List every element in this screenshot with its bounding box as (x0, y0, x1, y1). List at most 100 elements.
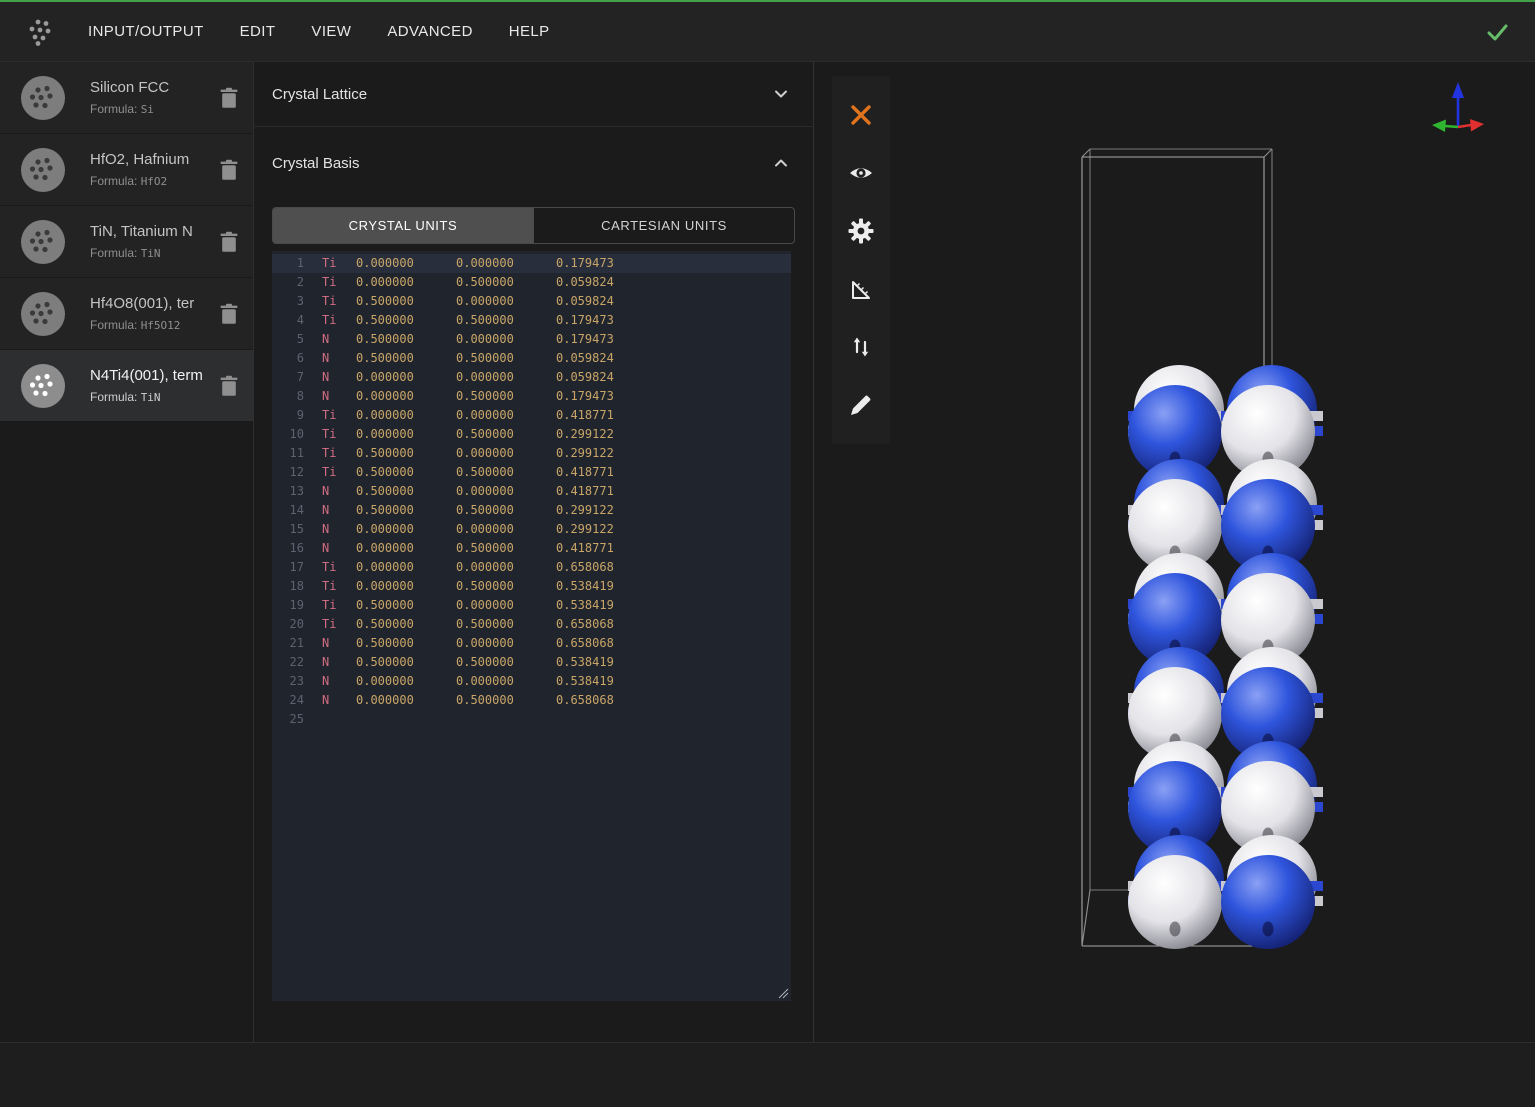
coord-z: 0.299122 (556, 425, 656, 444)
basis-row-13[interactable]: 13N0.5000000.0000000.418771 (272, 482, 791, 501)
menu-bar: INPUT/OUTPUT EDIT VIEW ADVANCED HELP (88, 23, 550, 40)
element-symbol: Ti (322, 406, 356, 425)
visibility-eye-icon[interactable] (848, 160, 874, 186)
chevron-down-icon[interactable] (773, 86, 789, 102)
coord-x: 0.500000 (356, 634, 456, 653)
basis-row-9[interactable]: 9Ti0.0000000.0000000.418771 (272, 406, 791, 425)
element-symbol: N (322, 482, 356, 501)
chevron-up-icon[interactable] (773, 155, 789, 171)
line-number: 17 (278, 558, 304, 577)
basis-row-15[interactable]: 15N0.0000000.0000000.299122 (272, 520, 791, 539)
basis-row-14[interactable]: 14N0.5000000.5000000.299122 (272, 501, 791, 520)
crystal-basis-section-header[interactable]: Crystal Basis (254, 127, 813, 199)
material-formula: Formula: TiN (90, 390, 219, 404)
basis-row-11[interactable]: 11Ti0.5000000.0000000.299122 (272, 444, 791, 463)
element-symbol: Ti (322, 311, 356, 330)
menu-advanced[interactable]: ADVANCED (387, 23, 472, 40)
material-info: N4Ti4(001), term Formula: TiN (90, 367, 219, 404)
basis-row-24[interactable]: 24N0.0000000.5000000.658068 (272, 691, 791, 710)
coord-y: 0.500000 (456, 653, 556, 672)
basis-row-23[interactable]: 23N0.0000000.0000000.538419 (272, 672, 791, 691)
app-logo-icon[interactable] (24, 15, 58, 49)
coord-x: 0.000000 (356, 539, 456, 558)
settings-gear-icon[interactable] (848, 218, 874, 244)
delete-material-icon[interactable] (219, 375, 239, 397)
basis-row-1[interactable]: 1Ti0.0000000.0000000.179473 (272, 254, 791, 273)
material-title: HfO2, Hafnium (90, 151, 212, 168)
coord-y: 0.500000 (456, 425, 556, 444)
menu-view[interactable]: VIEW (311, 23, 351, 40)
line-number: 6 (278, 349, 304, 368)
menu-help[interactable]: HELP (509, 23, 550, 40)
coord-x: 0.000000 (356, 672, 456, 691)
coord-x: 0.000000 (356, 254, 456, 273)
crystal-lattice-section-header[interactable]: Crystal Lattice (254, 62, 813, 127)
element-symbol: Ti (322, 273, 356, 292)
basis-row-17[interactable]: 17Ti0.0000000.0000000.658068 (272, 558, 791, 577)
material-info: Silicon FCC Formula: Si (90, 79, 219, 116)
coord-y: 0.500000 (456, 311, 556, 330)
resize-handle[interactable] (778, 988, 789, 999)
delete-material-icon[interactable] (219, 303, 239, 325)
coord-y: 0.000000 (456, 520, 556, 539)
menu-edit[interactable]: EDIT (240, 23, 276, 40)
basis-row-empty[interactable]: 25 (272, 710, 791, 729)
basis-row-2[interactable]: 2Ti0.0000000.5000000.059824 (272, 273, 791, 292)
sidebar-item-material-4[interactable]: N4Ti4(001), term Formula: TiN (0, 350, 253, 422)
swap-axes-icon[interactable] (848, 334, 874, 360)
menu-input-output[interactable]: INPUT/OUTPUT (88, 23, 204, 40)
crystal-structure-render[interactable] (814, 62, 1535, 1042)
delete-material-icon[interactable] (219, 87, 239, 109)
delete-material-icon[interactable] (219, 159, 239, 181)
coord-x: 0.500000 (356, 596, 456, 615)
viewer-toolbar (832, 76, 890, 444)
material-formula: Formula: Hf5O12 (90, 318, 219, 332)
basis-row-10[interactable]: 10Ti0.0000000.5000000.299122 (272, 425, 791, 444)
measure-set-square-icon[interactable] (848, 276, 874, 302)
material-formula: Formula: HfO2 (90, 174, 219, 188)
tab-cartesian-units[interactable]: CARTESIAN UNITS (533, 208, 794, 243)
coord-z: 0.059824 (556, 368, 656, 387)
edit-pencil-icon[interactable] (848, 392, 874, 418)
coord-y: 0.500000 (456, 691, 556, 710)
coord-y: 0.000000 (456, 634, 556, 653)
material-info: TiN, Titanium N Formula: TiN (90, 223, 219, 260)
coord-y: 0.500000 (456, 501, 556, 520)
element-symbol: Ti (322, 558, 356, 577)
sidebar-item-material-1[interactable]: HfO2, Hafnium Formula: HfO2 (0, 134, 253, 206)
close-icon[interactable] (848, 102, 874, 128)
tab-crystal-units[interactable]: CRYSTAL UNITS (273, 208, 533, 243)
coord-x: 0.500000 (356, 330, 456, 349)
crystal-basis-title: Crystal Basis (272, 155, 360, 172)
coord-z: 0.538419 (556, 577, 656, 596)
sidebar-item-material-0[interactable]: Silicon FCC Formula: Si (0, 62, 253, 134)
material-info: Hf4O8(001), ter Formula: Hf5O12 (90, 295, 219, 332)
coord-z: 0.179473 (556, 387, 656, 406)
coord-y: 0.500000 (456, 539, 556, 558)
basis-row-12[interactable]: 12Ti0.5000000.5000000.418771 (272, 463, 791, 482)
basis-row-16[interactable]: 16N0.0000000.5000000.418771 (272, 539, 791, 558)
basis-row-20[interactable]: 20Ti0.5000000.5000000.658068 (272, 615, 791, 634)
element-symbol: Ti (322, 596, 356, 615)
basis-row-22[interactable]: 22N0.5000000.5000000.538419 (272, 653, 791, 672)
basis-row-4[interactable]: 4Ti0.5000000.5000000.179473 (272, 311, 791, 330)
delete-material-icon[interactable] (219, 231, 239, 253)
structure-viewer[interactable] (814, 62, 1535, 1042)
line-number: 23 (278, 672, 304, 691)
coord-z: 0.538419 (556, 653, 656, 672)
basis-row-5[interactable]: 5N0.5000000.0000000.179473 (272, 330, 791, 349)
sidebar-item-material-3[interactable]: Hf4O8(001), ter Formula: Hf5O12 (0, 278, 253, 350)
line-number: 5 (278, 330, 304, 349)
basis-row-3[interactable]: 3Ti0.5000000.0000000.059824 (272, 292, 791, 311)
coord-x: 0.000000 (356, 368, 456, 387)
basis-row-6[interactable]: 6N0.5000000.5000000.059824 (272, 349, 791, 368)
crystal-basis-editor[interactable]: 1Ti0.0000000.0000000.1794732Ti0.0000000.… (272, 251, 791, 1001)
coord-z: 0.538419 (556, 596, 656, 615)
coord-x: 0.000000 (356, 273, 456, 292)
basis-row-19[interactable]: 19Ti0.5000000.0000000.538419 (272, 596, 791, 615)
basis-row-18[interactable]: 18Ti0.0000000.5000000.538419 (272, 577, 791, 596)
basis-row-8[interactable]: 8N0.0000000.5000000.179473 (272, 387, 791, 406)
basis-row-21[interactable]: 21N0.5000000.0000000.658068 (272, 634, 791, 653)
basis-row-7[interactable]: 7N0.0000000.0000000.059824 (272, 368, 791, 387)
sidebar-item-material-2[interactable]: TiN, Titanium N Formula: TiN (0, 206, 253, 278)
